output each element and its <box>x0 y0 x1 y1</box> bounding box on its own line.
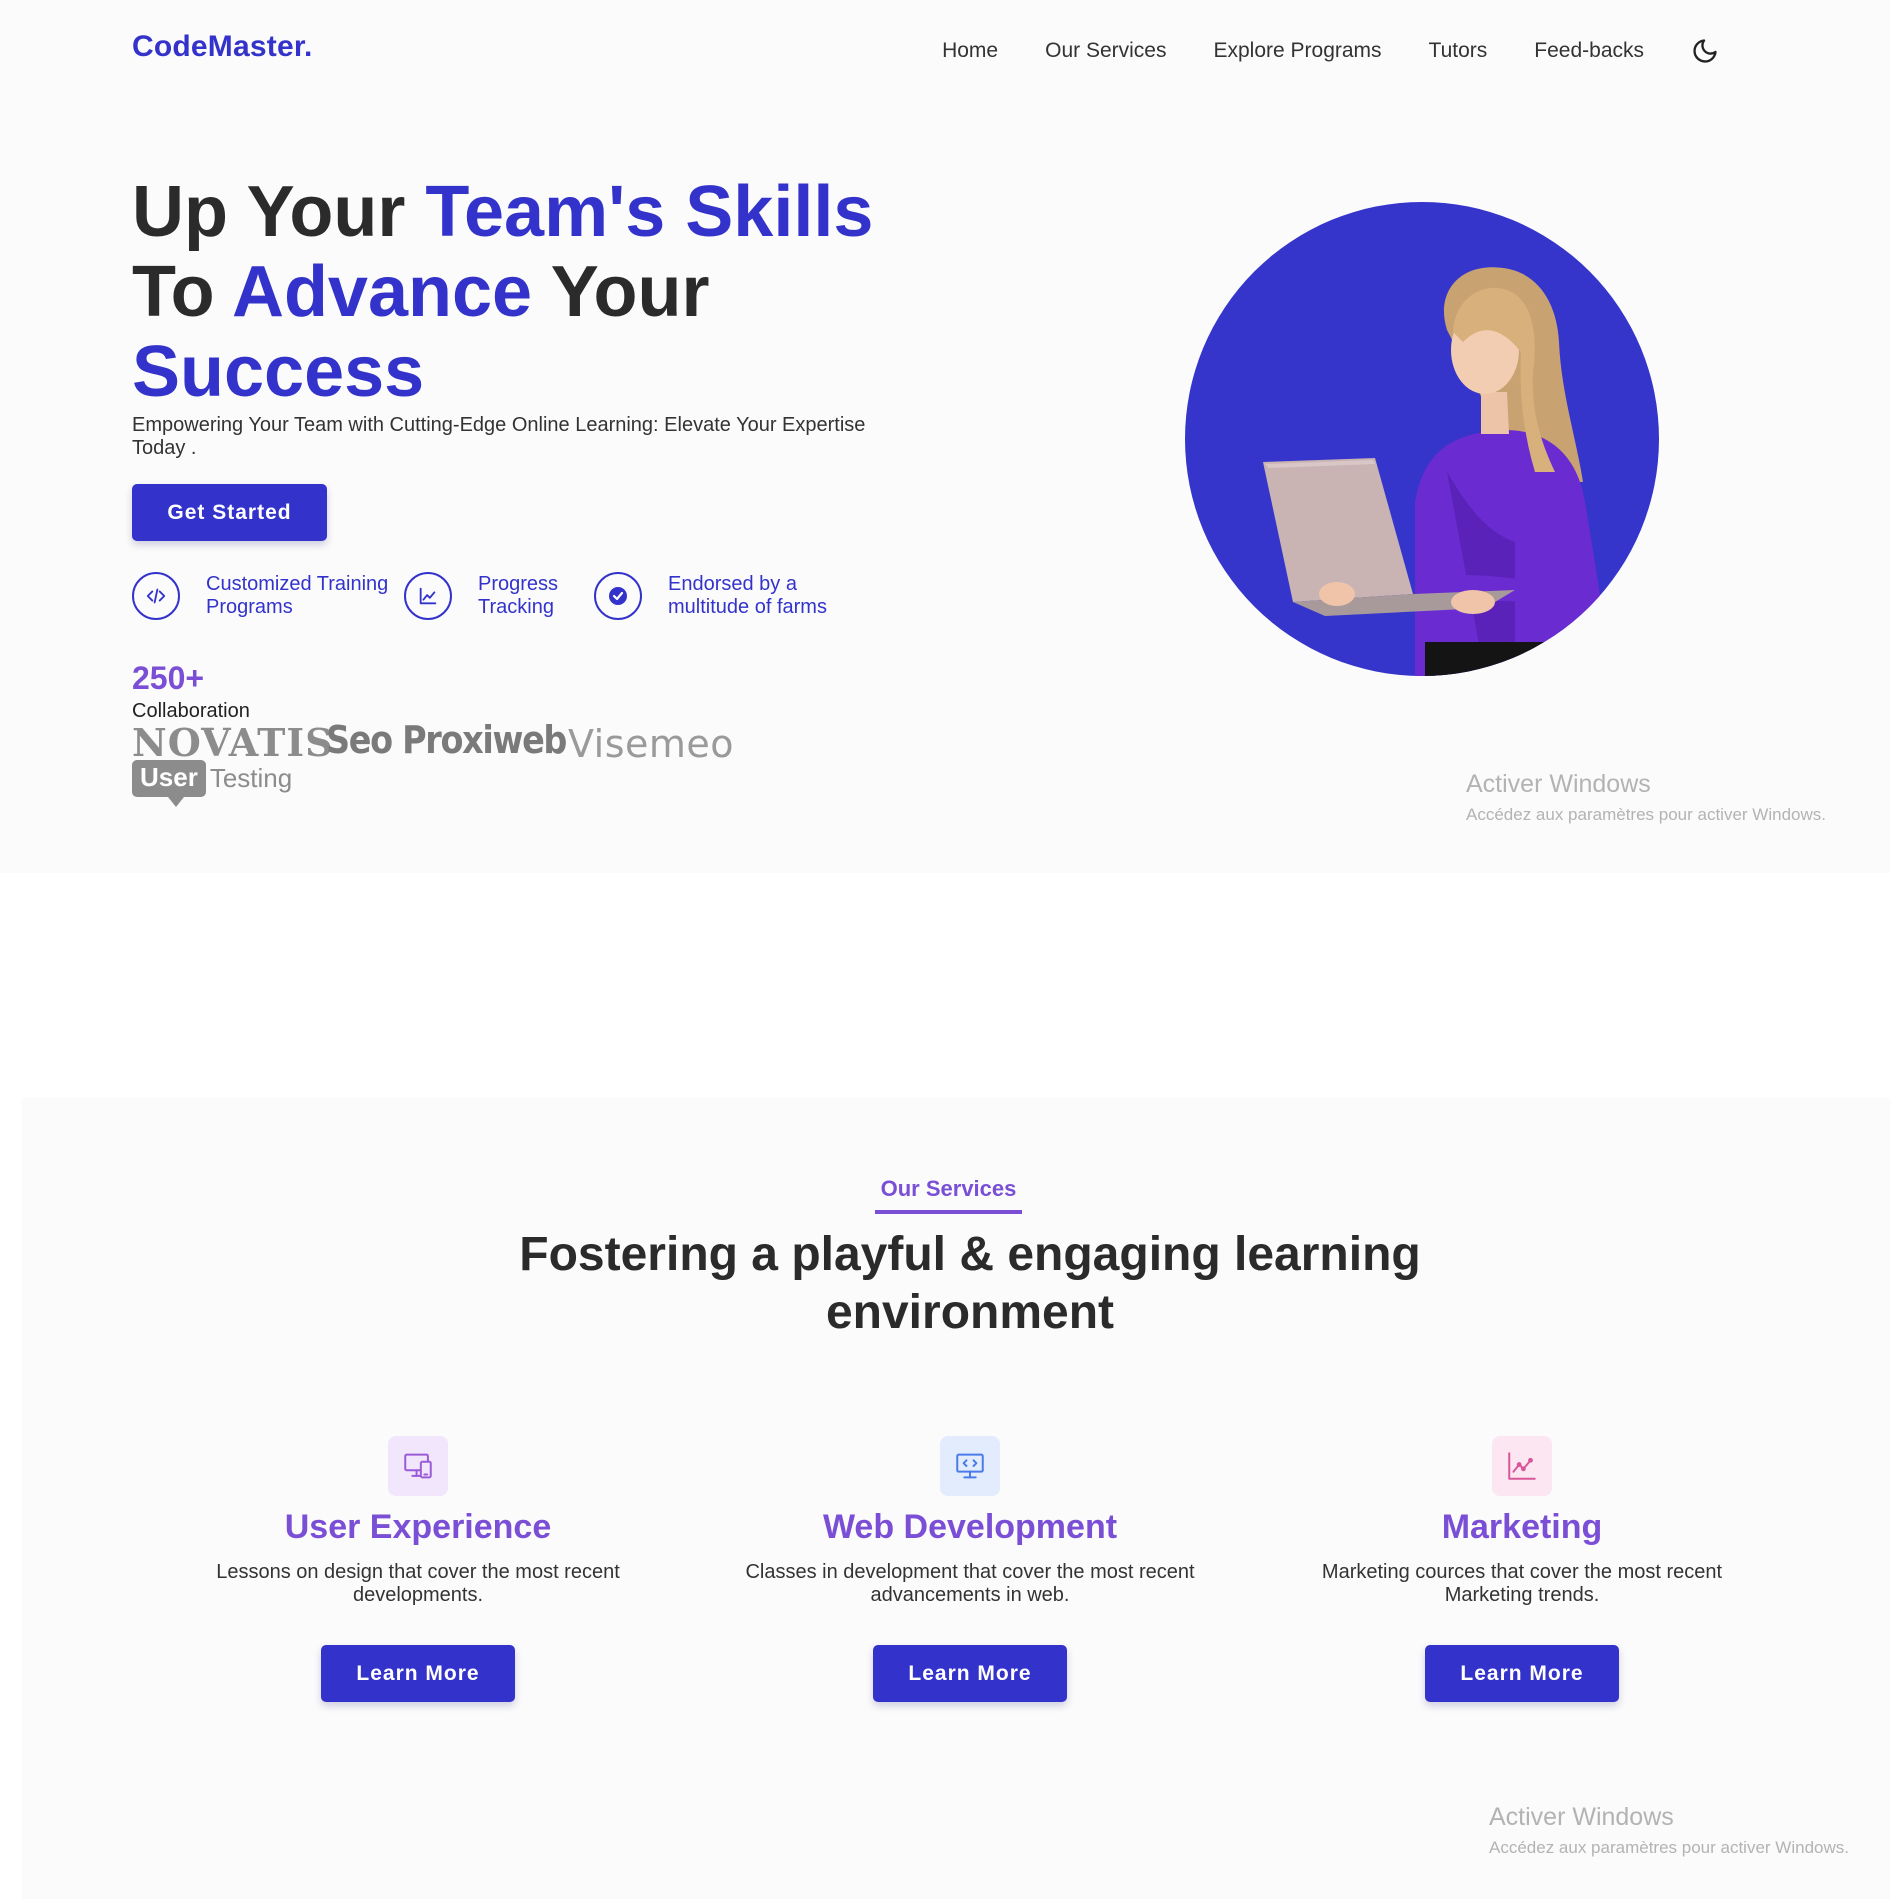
collaboration-count: 250+ <box>132 660 205 696</box>
watermark-subtitle: Accédez aux paramètres pour activer Wind… <box>1466 805 1826 824</box>
windows-activation-watermark: Activer Windows Accédez aux paramètres p… <box>1489 1803 1849 1858</box>
headline-part: To <box>132 252 232 332</box>
services-title-line: environment <box>825 1286 1115 1339</box>
windows-activation-watermark: Activer Windows Accédez aux paramètres p… <box>1466 770 1826 825</box>
headline-accent: Success <box>132 332 425 412</box>
usertesting-badge: User <box>132 760 206 807</box>
nav-link-home[interactable]: Home <box>942 39 998 63</box>
partner-logo-novatis: NOVATIS <box>132 720 334 765</box>
nav-link-explore-programs[interactable]: Explore Programs <box>1213 39 1381 63</box>
service-card-user-experience: User Experience Lessons on design that c… <box>183 1436 653 1702</box>
hero-illustration <box>1185 202 1659 676</box>
feature-label: Progress Tracking <box>478 573 559 618</box>
service-card-title: Web Development <box>822 1508 1118 1546</box>
code-icon <box>132 572 180 620</box>
top-navigation: CodeMaster. Home Our Services Explore Pr… <box>0 0 1890 100</box>
learn-more-button[interactable]: Learn More <box>321 1645 515 1702</box>
headline-accent: Team's Skills <box>425 172 874 252</box>
service-card-description: Marketing cources that cover the most re… <box>1321 1561 1723 1606</box>
get-started-button[interactable]: Get Started <box>132 484 327 541</box>
feature-label: Customized Training Programs <box>206 573 389 618</box>
watermark-title: Activer Windows <box>1489 1803 1674 1831</box>
services-eyebrow-label: Our Services <box>874 1176 1023 1214</box>
ux-device-icon <box>388 1436 448 1496</box>
nav-link-feed-backs[interactable]: Feed-backs <box>1534 39 1644 63</box>
service-card-title: User Experience <box>284 1508 552 1546</box>
service-card-description: Lessons on design that cover the most re… <box>216 1561 620 1606</box>
service-card-description: Classes in development that cover the mo… <box>745 1561 1195 1606</box>
headline-part: Up Your <box>132 172 426 252</box>
service-card-web-development: Web Development Classes in development t… <box>735 1436 1205 1702</box>
headline-part: Your <box>532 252 710 332</box>
partner-logo-visemeo: Visemeo <box>568 722 735 766</box>
nav-link-tutors[interactable]: Tutors <box>1429 39 1488 63</box>
feature-endorsed: Endorsed by a multitude of farms <box>594 572 858 620</box>
headline-accent: Advance <box>231 252 533 332</box>
nav-link-our-services[interactable]: Our Services <box>1045 39 1166 63</box>
learn-more-button[interactable]: Learn More <box>1425 1645 1619 1702</box>
feature-customized-training: Customized Training Programs <box>132 572 406 620</box>
services-eyebrow: Our Services <box>0 1176 1897 1214</box>
services-title: Fostering a playful & engaging learning … <box>0 1226 1897 1342</box>
service-card-marketing: Marketing Marketing cources that cover t… <box>1287 1436 1757 1702</box>
hero-section: CodeMaster. Home Our Services Explore Pr… <box>0 0 1890 873</box>
partner-logo-usertesting: User Testing <box>132 760 293 807</box>
feature-progress-tracking: Progress Tracking <box>404 572 588 620</box>
verified-badge-icon <box>594 572 642 620</box>
usertesting-text: Testing <box>209 763 293 793</box>
watermark-subtitle: Accédez aux paramètres pour activer Wind… <box>1489 1838 1849 1857</box>
learn-more-button[interactable]: Learn More <box>873 1645 1067 1702</box>
chart-icon <box>404 572 452 620</box>
code-monitor-icon <box>940 1436 1000 1496</box>
service-card-title: Marketing <box>1441 1508 1603 1546</box>
moon-icon[interactable] <box>1690 36 1720 66</box>
hero-subtitle: Empowering Your Team with Cutting-Edge O… <box>132 414 866 459</box>
hero-headline: Up Your Team's Skills To Advance Your Su… <box>132 172 932 412</box>
nav-links: Home Our Services Explore Programs Tutor… <box>895 36 1720 66</box>
feature-label: Endorsed by a multitude of farms <box>668 573 827 618</box>
services-title-line: Fostering a playful & engaging learning <box>519 1228 1421 1281</box>
partner-logo-seo-proxiweb: Seo Proxiweb <box>326 718 567 762</box>
watermark-title: Activer Windows <box>1466 770 1651 798</box>
site-logo[interactable]: CodeMaster. <box>132 30 313 64</box>
line-chart-icon <box>1492 1436 1552 1496</box>
